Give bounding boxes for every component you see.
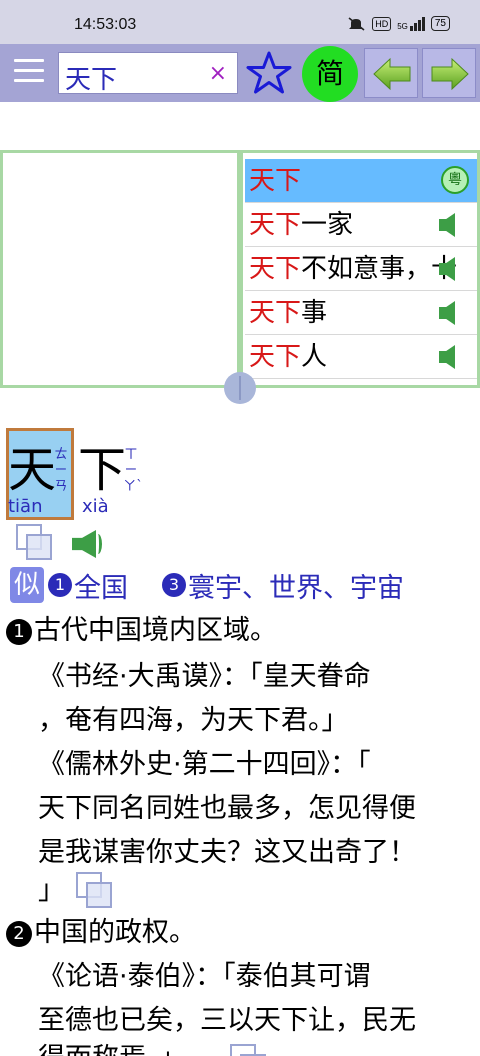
similar-word-link[interactable]: 全国 xyxy=(74,566,128,605)
status-time: 14:53:03 xyxy=(74,16,137,33)
copy-icon[interactable] xyxy=(230,1044,270,1056)
number-badge: 1 xyxy=(48,573,72,597)
definition-heading: 1 古代中国境内区域。 xyxy=(6,608,277,654)
speaker-icon[interactable] xyxy=(72,530,96,558)
mute-icon xyxy=(348,16,365,31)
quote-line: 」 xyxy=(38,875,65,906)
zhuyin: ㄧ xyxy=(124,463,138,478)
signal-icon: 5G xyxy=(397,16,425,31)
results-panel[interactable]: 天下 粵 天下一家 天下不如意事，十 天下事 天下人 天下乌鸦 xyxy=(240,150,480,388)
headword-char[interactable]: 天 xyxy=(8,442,56,498)
network-type: 5G xyxy=(397,21,408,31)
number-badge: 3 xyxy=(162,573,186,597)
speaker-icon[interactable] xyxy=(439,301,455,325)
pinyin: xià xyxy=(82,496,109,517)
toolbar: 天下 × 简 xyxy=(0,44,480,102)
result-rest: 人 xyxy=(301,342,328,372)
zhuyin: ㄊ xyxy=(54,447,68,462)
similar-words-row: 似 1 全国 3 寰宇、世界、宇宙 xyxy=(10,566,404,604)
status-icons: HD 5G 75 xyxy=(348,16,450,31)
sound-wave-icon xyxy=(94,534,102,554)
quote-line: ，奄有四海，为天下君。」 xyxy=(38,705,349,736)
similar-word-link[interactable]: 寰宇、世界、宇宙 xyxy=(188,566,404,605)
copy-icon[interactable] xyxy=(16,524,56,560)
zhuyin: ㄧ xyxy=(54,463,68,478)
search-input[interactable]: 天下 × xyxy=(58,52,238,95)
result-item[interactable]: 天下事 xyxy=(245,291,477,335)
zhuyin: ㄢ xyxy=(54,479,68,494)
number-badge: 2 xyxy=(6,921,32,947)
quote-line: 《儒林外史·第二十四回》：「 xyxy=(38,749,371,780)
quote-line: 天下同名同姓也最多，怎见得便 xyxy=(38,793,416,824)
zhuyin: ㄚ` xyxy=(123,479,143,494)
result-match: 天下 xyxy=(249,210,302,240)
result-item[interactable]: 天下一家 xyxy=(245,203,477,247)
star-icon[interactable] xyxy=(244,48,294,98)
result-rest: 事 xyxy=(301,298,328,328)
quote-line: 得而称焉。」 xyxy=(38,1036,187,1056)
result-item[interactable]: 天下不如意事，十 xyxy=(245,247,477,291)
pinyin: tiān xyxy=(8,496,43,517)
hd-badge: HD xyxy=(372,16,392,31)
menu-icon[interactable] xyxy=(14,59,44,85)
result-rest: 不如意事，十 xyxy=(301,254,458,284)
status-bar: 14:53:03 HD 5G 75 xyxy=(0,0,480,44)
definition-heading: 2 中国的政权。 xyxy=(6,910,196,956)
definition-text: 中国的政权。 xyxy=(34,917,196,948)
copy-icon[interactable] xyxy=(76,872,116,908)
forward-button[interactable] xyxy=(422,48,476,98)
number-badge: 1 xyxy=(6,619,32,645)
clear-icon[interactable]: × xyxy=(209,61,227,86)
result-match: 天下 xyxy=(249,386,301,388)
cantonese-icon[interactable]: 粵 xyxy=(441,166,469,194)
definition-text: 古代中国境内区域。 xyxy=(34,615,277,646)
battery-icon: 75 xyxy=(430,16,450,31)
stroke-panel[interactable] xyxy=(0,150,240,388)
result-item[interactable]: 天下人 xyxy=(245,335,477,379)
search-value: 天下 xyxy=(65,65,118,95)
arrow-left-icon xyxy=(373,57,411,91)
result-match: 天下 xyxy=(249,254,302,284)
split-drag-handle[interactable] xyxy=(224,372,256,404)
similar-badge: 似 xyxy=(10,567,44,603)
result-rest: 一家 xyxy=(301,210,354,240)
result-item[interactable]: 天下 粵 xyxy=(245,159,477,203)
simplified-toggle-button[interactable]: 简 xyxy=(302,46,358,102)
quote-line: 《书经·大禹谟》：「皇天眷命 xyxy=(38,661,371,692)
results-list: 天下 粵 天下一家 天下不如意事，十 天下事 天下人 天下乌鸦 xyxy=(245,159,477,388)
result-match: 天下 xyxy=(249,166,302,196)
back-button[interactable] xyxy=(364,48,418,98)
zhuyin: ㄒ xyxy=(124,447,138,462)
speaker-icon[interactable] xyxy=(439,213,455,237)
result-item[interactable]: 天下乌鸦 xyxy=(245,379,477,388)
result-match: 天下 xyxy=(249,342,302,372)
result-match: 天下 xyxy=(249,298,302,328)
headword-char[interactable]: 下 xyxy=(78,442,126,498)
quote-line: 是我谋害你丈夫？这又出奇了！ xyxy=(38,837,416,868)
quote-line: 《论语·泰伯》：「泰伯其可谓 xyxy=(38,961,371,992)
arrow-right-icon xyxy=(431,57,469,91)
speaker-icon[interactable] xyxy=(439,345,455,369)
result-rest: 乌鸦 xyxy=(301,386,353,388)
